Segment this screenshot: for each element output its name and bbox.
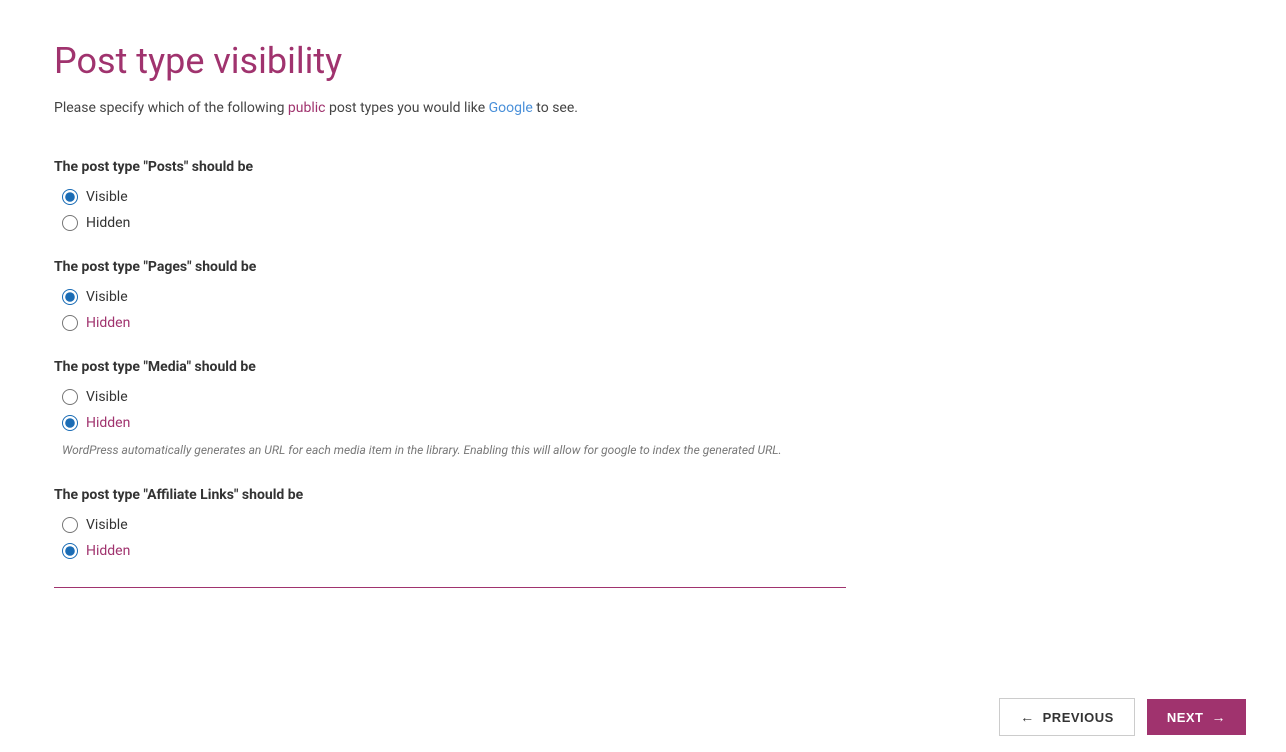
section-affiliate-links: The post type "Affiliate Links" should b… bbox=[54, 487, 846, 559]
media-visible-label: Visible bbox=[86, 389, 128, 405]
media-hidden-label: Hidden bbox=[86, 415, 130, 431]
affiliate-radio-group: Visible Hidden bbox=[54, 517, 846, 559]
media-radio-group: Visible Hidden bbox=[54, 389, 846, 431]
posts-hidden-radio[interactable] bbox=[62, 215, 78, 231]
posts-visible-option[interactable]: Visible bbox=[62, 189, 846, 205]
section-pages: The post type "Pages" should be Visible … bbox=[54, 259, 846, 331]
footer: ← PREVIOUS NEXT → bbox=[0, 682, 1286, 752]
previous-arrow-icon: ← bbox=[1020, 709, 1035, 725]
section-affiliate-links-label: The post type "Affiliate Links" should b… bbox=[54, 487, 846, 503]
affiliate-hidden-radio[interactable] bbox=[62, 543, 78, 559]
page-title: Post type visibility bbox=[54, 40, 846, 82]
pages-visible-option[interactable]: Visible bbox=[62, 289, 846, 305]
page-description: Please specify which of the following pu… bbox=[54, 98, 846, 119]
section-posts: The post type "Posts" should be Visible … bbox=[54, 159, 846, 231]
posts-hidden-option[interactable]: Hidden bbox=[62, 215, 846, 231]
media-visible-option[interactable]: Visible bbox=[62, 389, 846, 405]
posts-hidden-label: Hidden bbox=[86, 215, 130, 231]
highlight-google: Google bbox=[489, 100, 533, 116]
next-label: NEXT bbox=[1167, 710, 1204, 725]
pages-hidden-radio[interactable] bbox=[62, 315, 78, 331]
section-posts-label: The post type "Posts" should be bbox=[54, 159, 846, 175]
affiliate-hidden-option[interactable]: Hidden bbox=[62, 543, 846, 559]
next-arrow-icon: → bbox=[1212, 709, 1227, 725]
posts-radio-group: Visible Hidden bbox=[54, 189, 846, 231]
affiliate-hidden-label: Hidden bbox=[86, 543, 130, 559]
affiliate-visible-label: Visible bbox=[86, 517, 128, 533]
pages-visible-radio[interactable] bbox=[62, 289, 78, 305]
previous-button[interactable]: ← PREVIOUS bbox=[999, 698, 1135, 736]
pages-hidden-label: Hidden bbox=[86, 315, 130, 331]
next-button[interactable]: NEXT → bbox=[1147, 699, 1246, 735]
affiliate-visible-radio[interactable] bbox=[62, 517, 78, 533]
highlight-public: public bbox=[288, 100, 326, 116]
section-media: The post type "Media" should be Visible … bbox=[54, 359, 846, 459]
media-hidden-option[interactable]: Hidden bbox=[62, 415, 846, 431]
section-pages-label: The post type "Pages" should be bbox=[54, 259, 846, 275]
previous-label: PREVIOUS bbox=[1043, 710, 1114, 725]
section-media-label: The post type "Media" should be bbox=[54, 359, 846, 375]
posts-visible-radio[interactable] bbox=[62, 189, 78, 205]
affiliate-visible-option[interactable]: Visible bbox=[62, 517, 846, 533]
main-content: Post type visibility Please specify whic… bbox=[0, 0, 900, 682]
media-note: WordPress automatically generates an URL… bbox=[54, 441, 846, 459]
posts-visible-label: Visible bbox=[86, 189, 128, 205]
media-hidden-radio[interactable] bbox=[62, 415, 78, 431]
media-visible-radio[interactable] bbox=[62, 389, 78, 405]
pages-radio-group: Visible Hidden bbox=[54, 289, 846, 331]
section-divider bbox=[54, 587, 846, 588]
pages-hidden-option[interactable]: Hidden bbox=[62, 315, 846, 331]
pages-visible-label: Visible bbox=[86, 289, 128, 305]
